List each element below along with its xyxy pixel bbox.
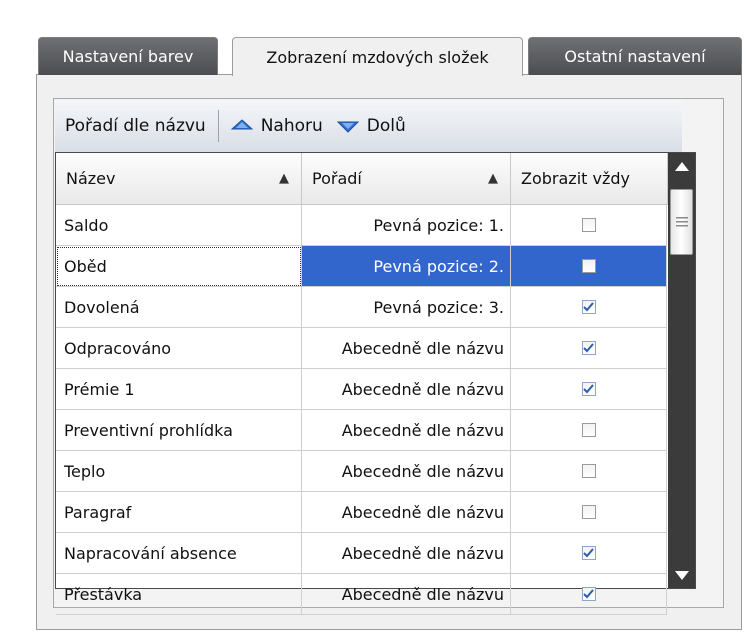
cell-show-always [511,574,667,615]
wage-components-grid: Název ▲ Pořadí ▲ Zobrazit vždy Saldo Pevn… [55,152,696,615]
move-up-label: Nahoru [260,116,323,136]
column-header-label: Název [66,169,116,188]
column-header-label: Pořadí [312,169,362,188]
cell-name[interactable]: Saldo [56,205,302,246]
move-down-label: Dolů [366,116,406,136]
cell-name[interactable]: Oběd [56,246,302,287]
scroll-down-button[interactable] [668,562,695,588]
cell-order[interactable]: Abecedně dle názvu [302,533,511,574]
cell-show-always [511,205,667,246]
checkmark-icon [583,548,594,558]
sort-ascending-icon: ▲ [488,171,498,186]
cell-order[interactable]: Pevná pozice: 2. [302,246,511,287]
move-up-button[interactable]: Nahoru [230,116,323,136]
column-header-show-always[interactable]: Zobrazit vždy [511,153,668,205]
table-row[interactable]: Oběd Pevná pozice: 2. [56,246,667,287]
vertical-scrollbar[interactable] [668,153,695,588]
cell-name[interactable]: Přestávka [56,574,302,615]
cell-name[interactable]: Teplo [56,451,302,492]
show-always-checkbox[interactable] [581,423,596,437]
show-always-checkbox[interactable] [581,546,596,560]
checkmark-icon [583,302,594,312]
cell-name[interactable]: Dovolená [56,287,302,328]
table-row[interactable]: Saldo Pevná pozice: 1. [56,205,667,246]
table-row[interactable]: Dovolená Pevná pozice: 3. [56,287,667,328]
show-always-checkbox[interactable] [581,341,596,355]
toolbar: Pořadí dle názvu Nahoru Dolů [55,100,682,152]
show-always-checkbox[interactable] [581,464,596,478]
cell-show-always [511,451,667,492]
cell-name[interactable]: Napracování absence [56,533,302,574]
show-always-checkbox[interactable] [581,218,596,232]
cell-show-always [511,369,667,410]
sort-ascending-icon: ▲ [279,171,289,186]
tab-other-settings[interactable]: Ostatní nastavení [528,37,742,75]
tab-color-settings[interactable]: Nastavení barev [38,37,218,75]
tab-label: Zobrazení mzdových složek [266,47,489,67]
table-row[interactable]: Paragraf Abecedně dle názvu [56,492,667,533]
show-always-checkbox[interactable] [581,382,596,396]
scroll-up-button[interactable] [668,153,695,179]
cell-name[interactable]: Odpracováno [56,328,302,369]
toolbar-separator [217,110,219,142]
table-row[interactable]: Odpracováno Abecedně dle názvu [56,328,667,369]
scroll-down-arrow-icon [674,570,689,580]
cell-order[interactable]: Abecedně dle názvu [302,492,511,533]
cell-order[interactable]: Abecedně dle názvu [302,574,511,615]
column-header-order[interactable]: Pořadí ▲ [302,153,511,205]
show-always-checkbox[interactable] [581,587,596,601]
cell-order[interactable]: Pevná pozice: 3. [302,287,511,328]
arrow-down-icon [336,121,359,133]
show-always-checkbox[interactable] [581,300,596,314]
cell-show-always [511,287,667,328]
show-always-checkbox[interactable] [581,259,596,273]
arrow-up-icon [230,119,253,130]
move-down-button[interactable]: Dolů [336,116,406,136]
cell-order[interactable]: Pevná pozice: 1. [302,205,511,246]
table-row[interactable]: Přestávka Abecedně dle názvu [56,574,667,615]
sort-by-name-button[interactable]: Pořadí dle názvu [65,116,206,136]
cell-name[interactable]: Preventivní prohlídka [56,410,302,451]
cell-order[interactable]: Abecedně dle názvu [302,369,511,410]
table-row[interactable]: Preventivní prohlídka Abecedně dle názvu [56,410,667,451]
cell-show-always [511,246,667,287]
cell-order[interactable]: Abecedně dle názvu [302,328,511,369]
tab-wage-components[interactable]: Zobrazení mzdových složek [232,37,523,76]
tab-label: Ostatní nastavení [564,47,706,66]
table-row[interactable]: Napracování absence Abecedně dle názvu [56,533,667,574]
scrollbar-thumb[interactable] [670,189,693,255]
cell-show-always [511,492,667,533]
checkmark-icon [583,343,594,353]
scroll-up-arrow-icon [674,161,689,171]
cell-show-always [511,410,667,451]
cell-show-always [511,533,667,574]
table-row[interactable]: Teplo Abecedně dle názvu [56,451,667,492]
tab-label: Nastavení barev [62,47,194,66]
cell-name[interactable]: Prémie 1 [56,369,302,410]
cell-order[interactable]: Abecedně dle názvu [302,451,511,492]
cell-name[interactable]: Paragraf [56,492,302,533]
grip-icon [675,217,688,227]
column-header-label: Zobrazit vždy [521,169,630,188]
show-always-checkbox[interactable] [581,505,596,519]
checkmark-icon [583,589,594,599]
column-header-name[interactable]: Název ▲ [56,153,302,205]
checkmark-icon [583,384,594,394]
table-row[interactable]: Prémie 1 Abecedně dle názvu [56,369,667,410]
cell-order[interactable]: Abecedně dle názvu [302,410,511,451]
cell-show-always [511,328,667,369]
